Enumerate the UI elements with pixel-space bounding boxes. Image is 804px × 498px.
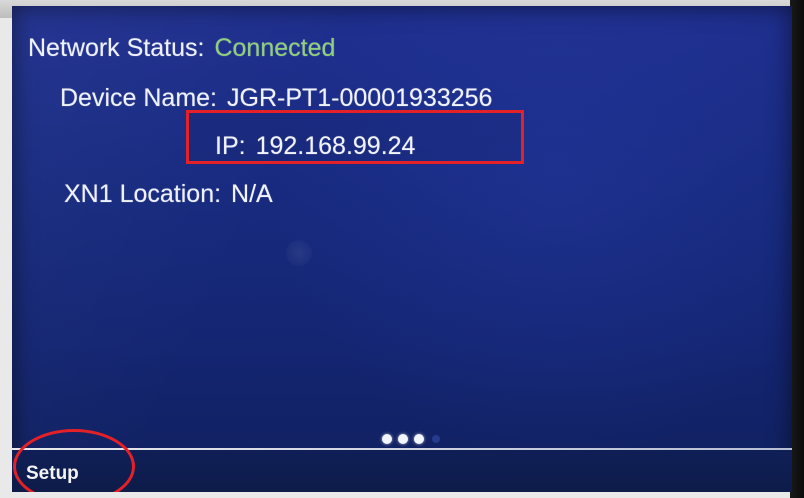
xn1-location-row: XN1 Location: N/A (64, 182, 273, 207)
page-indicator-dot-inactive (432, 435, 440, 443)
page-indicator (382, 434, 440, 444)
page-indicator-dot (398, 434, 408, 444)
xn1-location-label: XN1 Location: (64, 180, 222, 208)
setup-button[interactable]: Setup (26, 463, 79, 485)
device-bezel-right (790, 0, 804, 498)
xn1-location-value: N/A (231, 180, 273, 208)
device-name-label: Device Name: (60, 84, 217, 112)
device-name-row: Device Name: JGR-PT1-00001933256 (60, 86, 492, 111)
network-status-label: Network Status: (28, 34, 205, 62)
page-indicator-dot (414, 434, 424, 444)
page-indicator-dot (382, 434, 392, 444)
device-screen: Network Status: Connected Device Name: J… (12, 6, 792, 492)
network-status-row: Network Status: Connected (28, 36, 335, 61)
device-name-value: JGR-PT1-00001933256 (227, 84, 493, 112)
ip-row: IP: 192.168.99.24 (215, 134, 415, 159)
screen-glare (286, 240, 312, 266)
network-status-value: Connected (214, 34, 336, 62)
ip-value: 192.168.99.24 (255, 132, 416, 160)
bottom-softkey-bar: Setup (12, 450, 792, 492)
photo-frame: Network Status: Connected Device Name: J… (0, 0, 804, 498)
ip-label: IP: (215, 132, 246, 160)
screen-sheen (12, 6, 792, 492)
